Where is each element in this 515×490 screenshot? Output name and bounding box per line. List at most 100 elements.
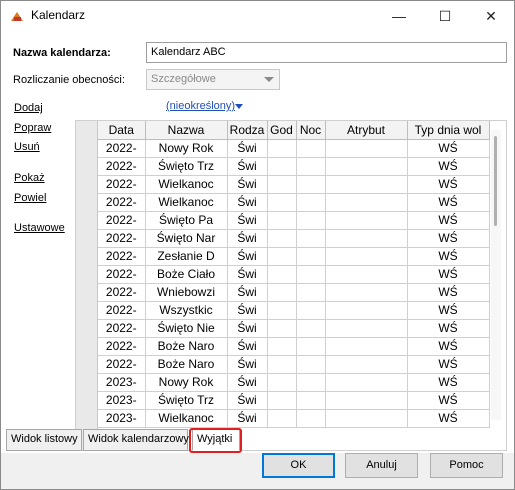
table-cell[interactable]: Boże Naro xyxy=(145,337,228,356)
statutory-link[interactable]: Ustawowe xyxy=(14,222,65,234)
table-cell[interactable]: Świ xyxy=(227,409,268,428)
table-cell[interactable]: WŚ xyxy=(407,157,490,176)
table-cell[interactable]: WŚ xyxy=(407,283,490,302)
column-header[interactable]: Data xyxy=(98,121,146,140)
table-cell[interactable]: Wszystkic xyxy=(145,301,228,320)
table-cell[interactable]: 2022- xyxy=(98,283,146,302)
table-cell[interactable]: Wielkanoc xyxy=(145,175,228,194)
table-cell[interactable] xyxy=(296,211,326,230)
table-cell[interactable] xyxy=(267,301,297,320)
table-row[interactable]: 2022- Wszystkic Świ WŚ xyxy=(98,301,490,320)
table-cell[interactable]: 2022- xyxy=(98,247,146,266)
table-cell[interactable] xyxy=(267,283,297,302)
table-cell[interactable]: Świ xyxy=(227,355,268,374)
table-cell[interactable] xyxy=(267,319,297,338)
table-cell[interactable]: Świ xyxy=(227,391,268,410)
table-cell[interactable]: Świ xyxy=(227,247,268,266)
table-cell[interactable] xyxy=(325,247,408,266)
tab-list-view[interactable]: Widok listowy xyxy=(6,429,82,451)
table-cell[interactable]: Świ xyxy=(227,175,268,194)
table-cell[interactable] xyxy=(296,409,326,428)
table-cell[interactable] xyxy=(267,139,297,158)
delete-link[interactable]: Usuń xyxy=(14,141,40,153)
table-cell[interactable] xyxy=(325,373,408,392)
table-row[interactable]: 2023- Wielkanoc Świ WŚ xyxy=(98,409,490,428)
scrollbar-thumb[interactable] xyxy=(494,136,497,226)
table-row[interactable]: 2022- Boże Naro Świ WŚ xyxy=(98,355,490,374)
table-cell[interactable]: Święto Nie xyxy=(145,319,228,338)
minimize-button[interactable]: — xyxy=(379,1,419,31)
column-header[interactable]: Atrybut xyxy=(325,121,408,140)
table-cell[interactable] xyxy=(296,391,326,410)
ok-button[interactable]: OK xyxy=(262,453,335,478)
duplicate-link[interactable]: Powiel xyxy=(14,192,46,204)
table-cell[interactable] xyxy=(325,175,408,194)
table-cell[interactable]: 2022- xyxy=(98,355,146,374)
table-cell[interactable] xyxy=(267,247,297,266)
table-cell[interactable]: Nowy Rok xyxy=(145,373,228,392)
table-row[interactable]: 2022- Święto Trz Świ WŚ xyxy=(98,157,490,176)
table-cell[interactable]: Świ xyxy=(227,157,268,176)
table-cell[interactable] xyxy=(296,139,326,158)
table-cell[interactable]: WŚ xyxy=(407,355,490,374)
table-cell[interactable] xyxy=(267,265,297,284)
table-cell[interactable] xyxy=(325,211,408,230)
tab-exceptions[interactable]: Wyjątki xyxy=(192,429,240,451)
maximize-button[interactable]: ☐ xyxy=(425,1,465,31)
table-cell[interactable] xyxy=(325,193,408,212)
table-cell[interactable]: Wniebowzi xyxy=(145,283,228,302)
table-cell[interactable] xyxy=(296,193,326,212)
table-cell[interactable]: WŚ xyxy=(407,409,490,428)
table-cell[interactable]: 2022- xyxy=(98,229,146,248)
table-cell[interactable]: 2022- xyxy=(98,211,146,230)
table-row[interactable]: 2022- Wielkanoc Świ WŚ xyxy=(98,193,490,212)
table-cell[interactable] xyxy=(325,337,408,356)
table-cell[interactable]: WŚ xyxy=(407,301,490,320)
tab-calendar-view[interactable]: Widok kalendarzowy xyxy=(83,429,189,451)
table-cell[interactable] xyxy=(267,391,297,410)
table-cell[interactable]: 2023- xyxy=(98,391,146,410)
table-cell[interactable]: 2022- xyxy=(98,265,146,284)
table-cell[interactable]: WŚ xyxy=(407,391,490,410)
table-cell[interactable] xyxy=(267,157,297,176)
table-cell[interactable]: Świ xyxy=(227,265,268,284)
table-cell[interactable]: 2023- xyxy=(98,373,146,392)
table-cell[interactable]: Świ xyxy=(227,229,268,248)
attendance-select[interactable]: Szczegółowe xyxy=(146,69,280,90)
table-cell[interactable]: Wielkanoc xyxy=(145,409,228,428)
table-cell[interactable] xyxy=(325,283,408,302)
table-cell[interactable] xyxy=(267,409,297,428)
table-cell[interactable]: Święto Nar xyxy=(145,229,228,248)
table-cell[interactable] xyxy=(325,391,408,410)
column-header[interactable]: God xyxy=(267,121,297,140)
table-cell[interactable] xyxy=(267,193,297,212)
table-cell[interactable]: WŚ xyxy=(407,337,490,356)
table-cell[interactable]: WŚ xyxy=(407,193,490,212)
table-row[interactable]: 2022- Święto Pa Świ WŚ xyxy=(98,211,490,230)
table-cell[interactable]: Świ xyxy=(227,283,268,302)
table-cell[interactable] xyxy=(296,319,326,338)
table-cell[interactable] xyxy=(325,409,408,428)
table-cell[interactable] xyxy=(296,373,326,392)
table-cell[interactable]: Święto Trz xyxy=(145,157,228,176)
table-cell[interactable] xyxy=(325,139,408,158)
title-bar[interactable]: Kalendarz — ☐ ✕ xyxy=(1,1,514,31)
table-cell[interactable] xyxy=(325,319,408,338)
vertical-scrollbar[interactable] xyxy=(491,130,501,420)
table-cell[interactable]: Boże Naro xyxy=(145,355,228,374)
table-cell[interactable]: 2022- xyxy=(98,175,146,194)
table-cell[interactable] xyxy=(296,283,326,302)
table-cell[interactable]: 2023- xyxy=(98,409,146,428)
table-cell[interactable]: Świ xyxy=(227,373,268,392)
table-cell[interactable] xyxy=(296,175,326,194)
table-cell[interactable] xyxy=(325,265,408,284)
table-cell[interactable]: WŚ xyxy=(407,139,490,158)
column-header[interactable]: Typ dnia wol xyxy=(407,121,490,140)
table-cell[interactable]: WŚ xyxy=(407,229,490,248)
column-header[interactable]: Noc xyxy=(296,121,326,140)
table-cell[interactable]: 2022- xyxy=(98,319,146,338)
column-header[interactable]: Rodza xyxy=(227,121,268,140)
table-cell[interactable] xyxy=(296,355,326,374)
help-button[interactable]: Pomoc xyxy=(430,453,503,478)
table-cell[interactable]: WŚ xyxy=(407,373,490,392)
